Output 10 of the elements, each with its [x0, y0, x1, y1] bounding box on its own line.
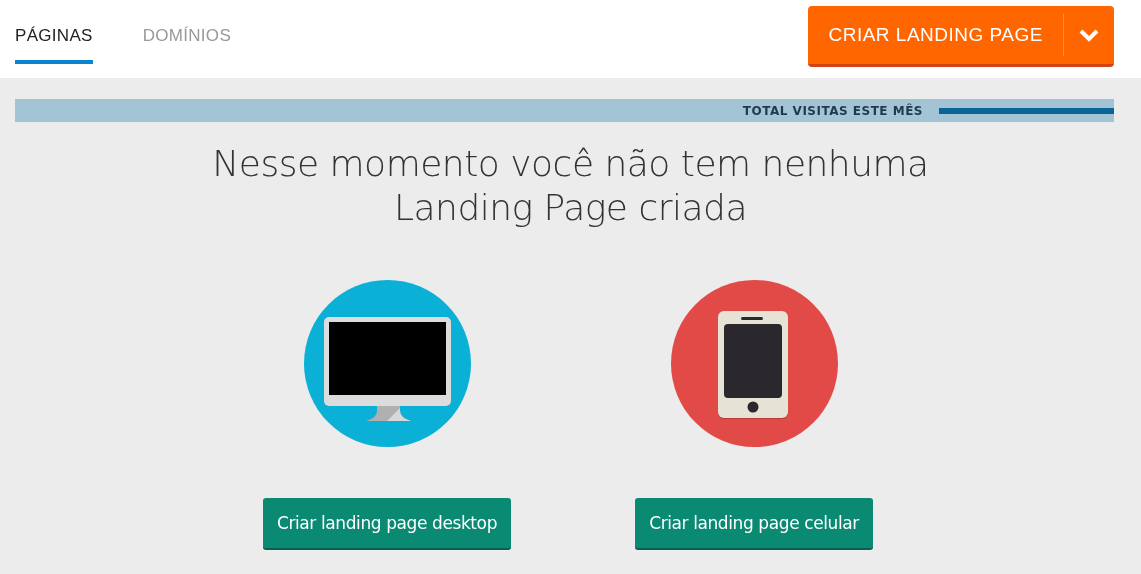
smartphone-icon	[670, 280, 838, 447]
tab[interactable]: DOMÍNIOS	[142, 26, 232, 64]
monitor-icon	[303, 280, 471, 447]
visits-label: TOTAL VISITAS ESTE MÊS	[742, 103, 923, 118]
empty-state-heading: Nesse momento você não tem nenhuma Landing Page criada	[211, 142, 930, 230]
create-landing-page-button[interactable]: CRIAR LANDING PAGE	[808, 6, 1114, 67]
create-page-button[interactable]: Criar landing page celular	[635, 498, 873, 550]
tab[interactable]: PÁGINAS	[15, 26, 93, 64]
create-page-button[interactable]: Criar landing page desktop	[262, 498, 512, 550]
chevron-down-icon	[1078, 28, 1100, 42]
